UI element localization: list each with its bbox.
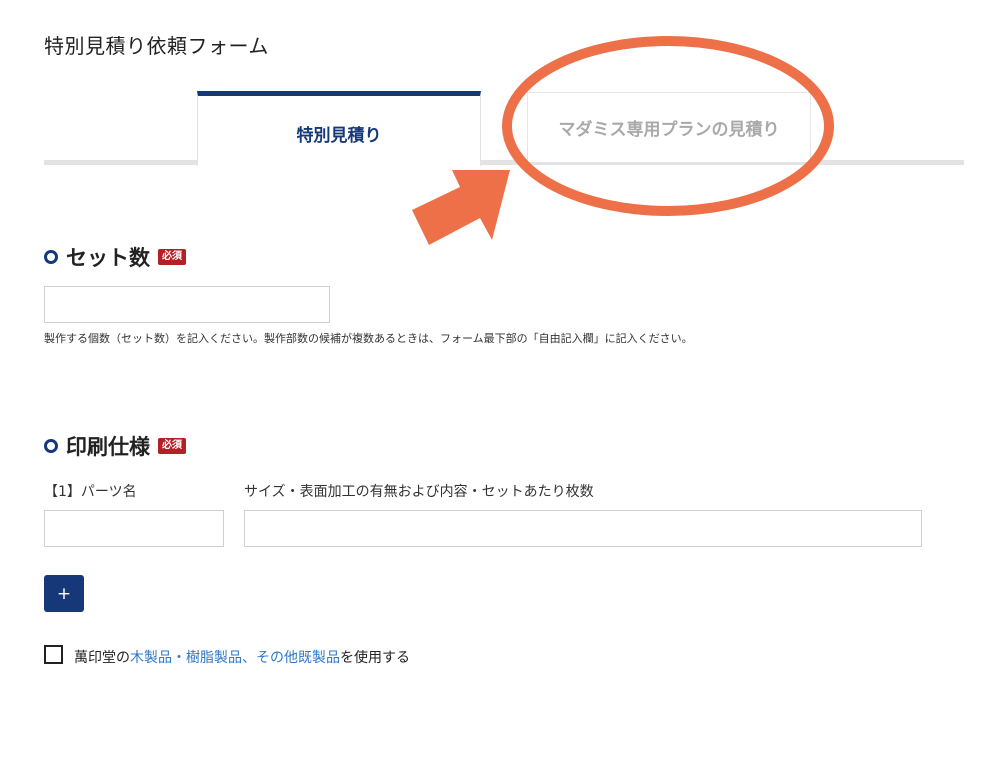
option-suffix: を使用する: [340, 650, 410, 666]
ring-bullet-icon: [44, 439, 58, 453]
sets-help-text: 製作する個数（セット数）を記入ください。製作部数の候補が複数あるときは、フォーム…: [44, 332, 693, 345]
sets-input[interactable]: [44, 286, 330, 323]
sets-section-heading: セット数 必須: [44, 242, 186, 272]
page-title: 特別見積り依頼フォーム: [44, 34, 269, 58]
print-heading-text: 印刷仕様: [66, 435, 150, 459]
part-name-input[interactable]: [44, 510, 224, 547]
pointer-arrow-icon: [412, 170, 510, 245]
required-badge: 必須: [158, 249, 186, 265]
print-section-heading: 印刷仕様 必須: [44, 431, 186, 461]
tab-bar-divider: [44, 160, 964, 165]
sets-heading-text: セット数: [66, 246, 150, 270]
tab-special-estimate[interactable]: 特別見積り: [197, 91, 481, 166]
add-part-button[interactable]: +: [44, 575, 84, 612]
tab-madamis-plan[interactable]: マダミス専用プランの見積り: [527, 92, 811, 162]
use-products-checkbox[interactable]: [44, 645, 63, 664]
wood-resin-products-link[interactable]: 木製品・樹脂製品: [130, 650, 242, 666]
ring-bullet-icon: [44, 250, 58, 264]
required-badge: 必須: [158, 438, 186, 454]
spec-label: サイズ・表面加工の有無および内容・セットあたり枚数: [244, 484, 594, 500]
spec-input[interactable]: [244, 510, 922, 547]
other-products-link[interactable]: その他既製品: [256, 650, 340, 666]
part-name-label: 【1】パーツ名: [44, 484, 137, 500]
use-products-label: 萬印堂の木製品・樹脂製品、その他既製品を使用する: [74, 647, 410, 667]
option-prefix: 萬印堂の: [74, 650, 130, 666]
option-separator: 、: [242, 650, 256, 666]
